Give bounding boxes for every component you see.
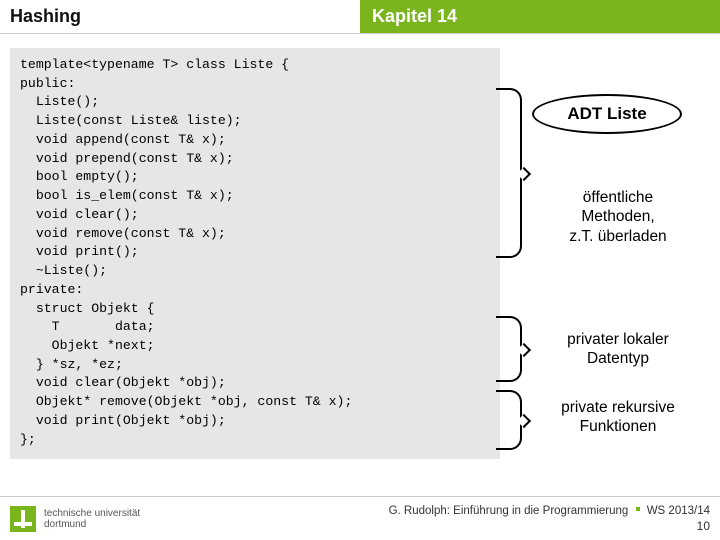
slide-body: template<typename T> class Liste { publi… — [0, 34, 720, 496]
uni-name-line1: technische universität — [44, 508, 140, 519]
footer: technische universität dortmund G. Rudol… — [0, 496, 720, 540]
brace-private-funcs — [496, 390, 522, 450]
header-chapter: Kapitel 14 — [360, 0, 720, 33]
uni-name-line2: dortmund — [44, 519, 140, 530]
brace-private-type — [496, 316, 522, 382]
annotation-column: ADT Liste öffentlicheMethoden,z.T. überl… — [520, 48, 710, 478]
footer-right: G. Rudolph: Einführung in die Programmie… — [389, 505, 710, 533]
adt-title-text: ADT Liste — [567, 104, 646, 124]
brace-public — [496, 88, 522, 258]
annotation-private-funcs: private rekursiveFunktionen — [532, 398, 704, 437]
code-listing: template<typename T> class Liste { publi… — [10, 48, 500, 459]
tu-logo: technische universität dortmund — [10, 506, 140, 532]
annotation-private-type: privater lokalerDatentyp — [532, 330, 704, 369]
annotation-public-methods: öffentlicheMethoden,z.T. überladen — [532, 188, 704, 246]
separator-dot-icon — [636, 507, 640, 511]
term-label: WS 2013/14 — [647, 505, 710, 517]
adt-title-ellipse: ADT Liste — [532, 94, 682, 134]
tu-logo-text: technische universität dortmund — [44, 508, 140, 530]
header-topic: Hashing — [0, 0, 360, 33]
page-number: 10 — [389, 519, 710, 533]
tu-logo-mark-icon — [10, 506, 36, 532]
lecturer-credit: G. Rudolph: Einführung in die Programmie… — [389, 505, 629, 517]
header-bar: Hashing Kapitel 14 — [0, 0, 720, 34]
